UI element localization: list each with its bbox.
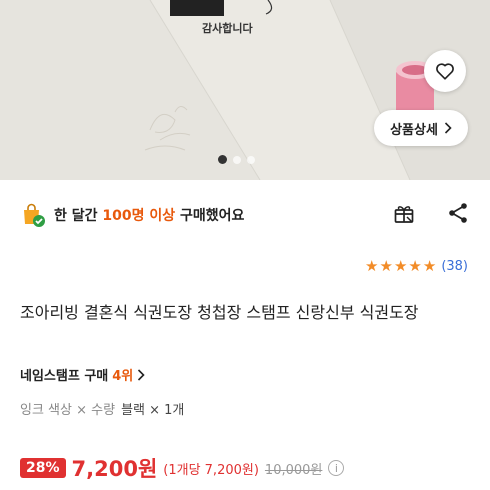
option-label: 잉크 색상 × 수량 bbox=[20, 403, 116, 418]
sale-price: 7,200원 bbox=[71, 457, 158, 481]
carousel-indicator bbox=[218, 155, 255, 164]
rank-position: 4위 bbox=[112, 369, 134, 384]
chevron-right-icon bbox=[444, 122, 452, 134]
star-icon: ★ bbox=[408, 257, 422, 275]
star-icon: ★ bbox=[393, 257, 408, 275]
image-caption: 감사합니다 bbox=[202, 22, 253, 35]
unit-price: (1개당 7,200원) bbox=[163, 462, 259, 478]
carousel-dot[interactable] bbox=[233, 155, 241, 164]
category-rank-link[interactable]: 네임스탬프 구매 4위 bbox=[20, 365, 145, 384]
carousel-dot[interactable] bbox=[247, 155, 255, 164]
rating[interactable]: ★ ★ ★ ★ ★ (38) bbox=[365, 257, 468, 275]
share-icon[interactable] bbox=[446, 201, 470, 229]
product-detail-button[interactable]: 상품상세 bbox=[374, 110, 468, 146]
info-icon[interactable]: i bbox=[328, 460, 345, 476]
purchase-banner: 한 달간 100명 이상 구매했어요 bbox=[20, 200, 470, 230]
product-detail-label: 상품상세 bbox=[390, 122, 438, 138]
carousel-dot-active[interactable] bbox=[218, 155, 227, 164]
product-title: 조아리빙 결혼식 식권도장 청첩장 스탬프 신랑신부 식권도장 bbox=[20, 303, 419, 322]
purchase-count-text: 한 달간 100명 이상 구매했어요 bbox=[54, 205, 244, 225]
heart-icon bbox=[436, 63, 454, 80]
gift-icon[interactable] bbox=[392, 201, 416, 229]
purchase-prefix: 한 달간 bbox=[54, 208, 103, 224]
purchase-count: 100명 이상 bbox=[102, 208, 176, 224]
wishlist-button[interactable] bbox=[424, 50, 466, 92]
selected-options: 잉크 색상 × 수량 블랙 × 1개 bbox=[20, 399, 184, 418]
shopping-bag-check-icon bbox=[20, 202, 46, 228]
purchase-suffix: 구매했어요 bbox=[175, 208, 245, 224]
original-price: 10,000원 bbox=[264, 462, 323, 478]
rank-category: 네임스탬프 구매 bbox=[20, 369, 109, 384]
star-icon: ★ bbox=[365, 257, 379, 275]
product-image[interactable]: 감사합니다 상품상세 bbox=[0, 0, 490, 180]
star-icon: ★ bbox=[379, 257, 393, 275]
option-value: 블랙 × 1개 bbox=[121, 403, 185, 418]
star-icon: ★ bbox=[422, 257, 437, 275]
price-row: 28% 7,200원 (1개당 7,200원) 10,000원 i bbox=[20, 453, 345, 483]
chevron-right-icon bbox=[138, 368, 145, 381]
review-count[interactable]: (38) bbox=[441, 259, 468, 274]
discount-badge: 28% bbox=[20, 458, 66, 478]
